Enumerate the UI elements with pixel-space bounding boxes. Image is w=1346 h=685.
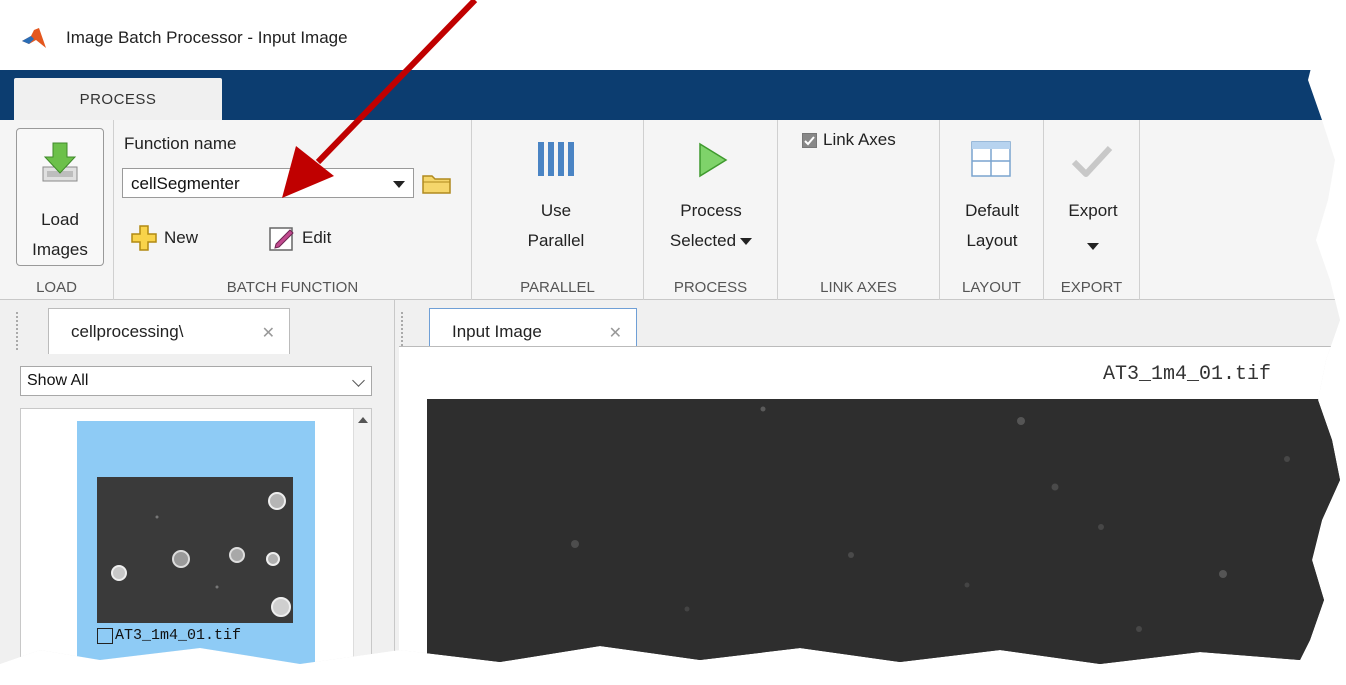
thumbnail-image	[97, 477, 293, 623]
folder-icon[interactable]	[420, 170, 454, 196]
default-layout-button[interactable]: Default Layout	[946, 130, 1038, 260]
vertical-scrollbar[interactable]	[353, 409, 371, 664]
function-name-label: Function name	[124, 134, 237, 153]
export-label: Export	[1068, 201, 1118, 220]
edit-function-button[interactable]: Edit	[268, 224, 331, 252]
checkbox-checked-icon	[802, 132, 817, 148]
function-name-dropdown[interactable]: cellSegmenter	[122, 168, 414, 198]
link-axes-checkbox[interactable]: Link Axes	[802, 130, 896, 150]
image-filename: AT3_1m4_01.tif	[1102, 363, 1271, 386]
close-icon[interactable]: ✕	[609, 323, 622, 343]
edit-label: Edit	[302, 228, 332, 247]
process-line2: Selected	[654, 226, 768, 256]
process-selected-button[interactable]: Process Selected	[654, 130, 768, 260]
use-parallel-line1: Use	[540, 201, 572, 220]
thumbnail-browser: AT3_1m4_01.tif	[20, 408, 372, 664]
function-name-value: cellSegmenter	[131, 174, 240, 193]
app-window: Image Batch Processor - Input Image PROC…	[0, 0, 1340, 664]
filter-value: Show All	[27, 372, 89, 389]
group-label-batch-function: BATCH FUNCTION	[226, 279, 359, 296]
group-label-layout: LAYOUT	[962, 279, 1021, 296]
window-title: Image Batch Processor - Input Image	[66, 28, 348, 47]
group-label-load: LOAD	[36, 279, 77, 296]
group-label-export: EXPORT	[1060, 279, 1123, 296]
chevron-down-icon	[1087, 238, 1099, 256]
tab-cellprocessing-label: cellprocessing\	[71, 321, 184, 341]
checkmark-icon	[1071, 145, 1113, 177]
filter-dropdown[interactable]: Show All	[20, 366, 372, 396]
parallel-icon	[538, 142, 574, 176]
title-bar: Image Batch Processor - Input Image	[0, 0, 1340, 70]
link-axes-label: Link Axes	[823, 130, 896, 149]
scroll-up-icon[interactable]	[358, 417, 368, 423]
chevron-down-icon	[393, 181, 405, 188]
use-parallel-button[interactable]: Use Parallel	[506, 130, 606, 260]
load-label-line2: Images	[32, 240, 88, 259]
process-line1: Process	[680, 201, 742, 220]
close-icon[interactable]: ✕	[262, 323, 275, 343]
ribbon: Load Images LOAD BATCH FUNCTION Function…	[0, 120, 1340, 300]
tab-process[interactable]: PROCESS	[14, 78, 222, 120]
default-layout-line2: Layout	[966, 231, 1018, 250]
export-button[interactable]: Export	[1050, 130, 1136, 260]
process-selected-label: Selected	[669, 231, 737, 250]
workspace: cellprocessing\ ✕ Show All AT3_1m4_01.ti…	[0, 300, 1340, 664]
tab-input-image-label: Input Image	[452, 321, 542, 341]
image-browser-panel: cellprocessing\ ✕ Show All AT3_1m4_01.ti…	[0, 300, 388, 664]
group-label-parallel: PARALLEL	[520, 279, 595, 296]
input-image-panel: Input Image ✕ AT3_1m4_01.tif	[394, 300, 1340, 664]
image-display: AT3_1m4_01.tif	[399, 346, 1340, 664]
toolstrip-tabs: PROCESS	[0, 70, 1340, 120]
chevron-down-icon	[352, 374, 365, 387]
thumbnail-item[interactable]: AT3_1m4_01.tif	[77, 421, 315, 664]
load-images-button[interactable]: Load Images	[16, 128, 104, 266]
load-images-icon	[42, 142, 78, 182]
thumbnail-checkbox[interactable]	[97, 627, 113, 644]
group-load: Load Images LOAD	[0, 120, 114, 300]
edit-pencil-icon	[269, 227, 294, 251]
plus-icon	[131, 225, 157, 251]
chevron-down-icon	[740, 238, 753, 246]
load-label-line1: Load	[41, 210, 79, 229]
layout-grid-icon	[971, 141, 1011, 177]
new-function-button[interactable]: New	[130, 224, 198, 252]
thumbnail-label: AT3_1m4_01.tif	[97, 627, 241, 644]
default-layout-line1: Default	[965, 201, 1019, 220]
panel-grip[interactable]	[16, 312, 24, 350]
group-label-link-axes: LINK AXES	[820, 279, 897, 296]
input-image[interactable]	[427, 399, 1340, 664]
panel-grip[interactable]	[401, 312, 409, 350]
matlab-logo-icon	[22, 28, 46, 48]
new-label: New	[164, 228, 199, 247]
group-label-process: PROCESS	[673, 279, 748, 296]
use-parallel-line2: Parallel	[527, 231, 585, 250]
tab-cellprocessing[interactable]: cellprocessing\ ✕	[48, 308, 290, 354]
thumbnail-filename: AT3_1m4_01.tif	[115, 627, 242, 644]
play-icon	[699, 142, 728, 178]
